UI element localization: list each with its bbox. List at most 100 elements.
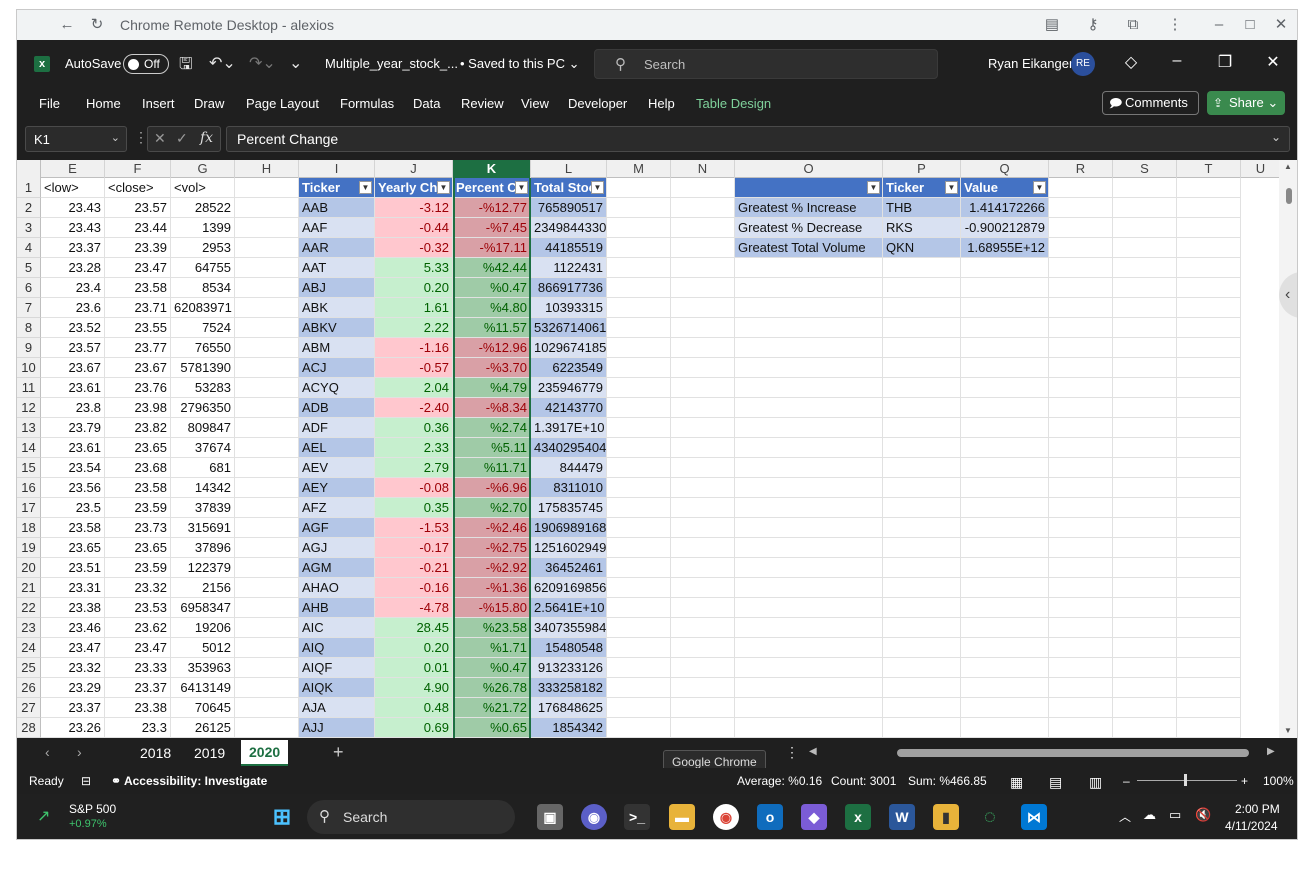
cell-low[interactable]: 23.28 [41,258,105,278]
cell-empty[interactable] [1177,678,1241,698]
cell-total-stock[interactable]: 913233126 [531,658,607,678]
cell-yearly-change[interactable]: 0.35 [375,498,453,518]
cell-empty[interactable] [671,238,735,258]
column-header-u[interactable]: U [1241,160,1281,178]
filter-dropdown-icon[interactable]: ▼ [945,181,958,194]
cell-total-stock[interactable]: 6223549 [531,358,607,378]
row-header[interactable]: 22 [17,598,41,618]
cell-total-stock[interactable]: 235946779 [531,378,607,398]
cell-empty[interactable] [235,318,299,338]
cell-low[interactable]: 23.51 [41,558,105,578]
vscode-icon[interactable]: ⋈ [1021,804,1047,830]
cell-low[interactable]: 23.43 [41,198,105,218]
tab-file[interactable]: File [39,96,60,111]
cell-empty[interactable] [1113,678,1177,698]
cell-empty[interactable] [735,538,883,558]
cell-percent-change[interactable]: %42.44 [453,258,531,278]
cell-empty[interactable] [235,378,299,398]
cell-total-stock[interactable]: 866917736 [531,278,607,298]
cell-empty[interactable] [671,438,735,458]
cell-low[interactable]: 23.79 [41,418,105,438]
cell-empty[interactable] [961,378,1049,398]
cell-empty[interactable] [961,398,1049,418]
cell-total-stock[interactable]: 4340295404 [531,438,607,458]
cell-ticker[interactable]: ADF [299,418,375,438]
cell-empty[interactable] [961,598,1049,618]
cell-percent-change[interactable]: %4.80 [453,298,531,318]
cell-empty[interactable] [607,698,671,718]
cell-ticker[interactable]: AGF [299,518,375,538]
cell-empty[interactable] [961,498,1049,518]
cell-empty[interactable] [1113,598,1177,618]
cell-empty[interactable] [671,278,735,298]
teams-icon[interactable]: ◉ [581,804,607,830]
more-menu-icon[interactable]: ⋮ [1165,15,1185,35]
cell-empty[interactable] [883,478,961,498]
chrome-icon[interactable]: ◉ [713,804,739,830]
cell-ticker[interactable]: AEV [299,458,375,478]
cell-yearly-change[interactable]: -0.17 [375,538,453,558]
cell-empty[interactable] [961,358,1049,378]
cell-percent-change[interactable]: %2.70 [453,498,531,518]
cell-vol[interactable]: 8534 [171,278,235,298]
cell-percent-change[interactable]: -%15.80 [453,598,531,618]
row-header[interactable]: 27 [17,698,41,718]
cell-empty[interactable] [1177,478,1241,498]
cell-percent-change[interactable]: %5.11 [453,438,531,458]
cell-percent-change[interactable]: -%1.36 [453,578,531,598]
cell-empty[interactable] [1177,258,1241,278]
cell-low[interactable]: 23.46 [41,618,105,638]
scroll-thumb[interactable] [1286,188,1292,204]
cell-empty[interactable] [1049,198,1113,218]
cell-empty[interactable] [1113,258,1177,278]
close-icon[interactable]: ✕ [1271,15,1291,35]
cell-percent-change[interactable]: %11.57 [453,318,531,338]
cell-empty[interactable] [961,438,1049,458]
cell-yearly-change[interactable]: -1.53 [375,518,453,538]
cell-percent-change[interactable]: -%7.45 [453,218,531,238]
cell-empty[interactable] [607,658,671,678]
cell-yearly-change[interactable]: 0.69 [375,718,453,738]
cell-low[interactable]: 23.26 [41,718,105,738]
column-header-e[interactable]: E [41,160,105,178]
tray-overflow-icon[interactable]: ︿ [1119,808,1131,825]
cell-empty[interactable] [671,558,735,578]
cell-percent-change[interactable]: -%3.70 [453,358,531,378]
name-box[interactable]: K1 ⌄ [25,126,127,152]
cell-empty[interactable] [1177,378,1241,398]
premium-diamond-icon[interactable]: ◇ [1121,52,1141,72]
horizontal-scrollbar[interactable]: ◀ ▶ [809,746,1277,760]
header-summary-label[interactable]: ▼ [735,178,883,198]
cell-empty[interactable] [883,718,961,738]
cell-close[interactable]: 23.82 [105,418,171,438]
cell-empty[interactable] [235,418,299,438]
reload-icon[interactable]: ↻ [87,15,107,35]
row-header[interactable]: 20 [17,558,41,578]
cell-empty[interactable] [883,638,961,658]
column-header-i[interactable]: I [299,160,375,178]
row-header[interactable]: 17 [17,498,41,518]
h-scroll-thumb[interactable] [897,749,1249,757]
cell-empty[interactable] [607,618,671,638]
cell-empty[interactable] [671,638,735,658]
cell-empty[interactable] [883,378,961,398]
header-low[interactable]: <low> [41,178,105,198]
cell-vol[interactable]: 26125 [171,718,235,738]
cell-empty[interactable] [1177,598,1241,618]
cell-yearly-change[interactable]: 0.20 [375,638,453,658]
cell-ticker[interactable]: AAR [299,238,375,258]
tab-formulas[interactable]: Formulas [340,96,394,111]
save-icon[interactable]: 🖫 [179,53,193,80]
cell-empty[interactable] [607,638,671,658]
cell-empty[interactable] [735,358,883,378]
column-header-g[interactable]: G [171,160,235,178]
cell-total-stock[interactable]: 2349844330 [531,218,607,238]
cell-empty[interactable] [961,478,1049,498]
cell-empty[interactable] [1049,338,1113,358]
cell-empty[interactable] [1113,298,1177,318]
cell-percent-change[interactable]: -%2.92 [453,558,531,578]
cell-empty[interactable] [961,338,1049,358]
cell-empty[interactable] [735,458,883,478]
cell-low[interactable]: 23.54 [41,458,105,478]
cell-empty[interactable] [883,678,961,698]
